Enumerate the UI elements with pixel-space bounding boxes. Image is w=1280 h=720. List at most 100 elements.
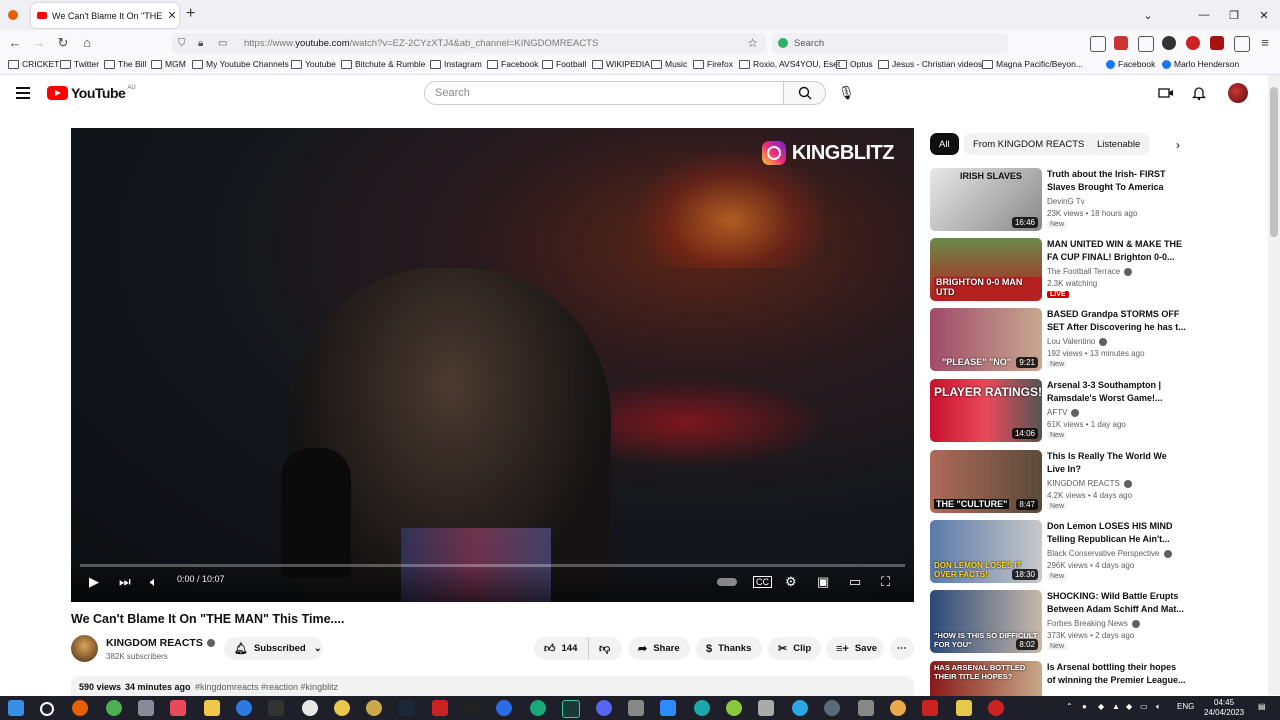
app-icon[interactable] bbox=[334, 700, 350, 716]
bookmark-item[interactable]: Jesus - Christian videos bbox=[878, 59, 982, 69]
related-video[interactable]: PLAYER RATINGS! 14:06 Arsenal 3-3 Southam… bbox=[930, 379, 1250, 443]
app-icon[interactable] bbox=[366, 700, 382, 716]
discord-icon[interactable] bbox=[596, 700, 612, 716]
steam-icon[interactable] bbox=[398, 700, 414, 716]
menu-icon[interactable] bbox=[16, 87, 30, 102]
related-title[interactable]: This Is Really The World We Live In? bbox=[1047, 450, 1187, 476]
video-thumbnail[interactable]: PLAYER RATINGS! 14:06 bbox=[930, 379, 1042, 442]
chip-listenable[interactable]: Listenable bbox=[1088, 133, 1150, 155]
related-video[interactable]: BRIGHTON 0-0 MAN UTD MAN UNITED WIN & MA… bbox=[930, 238, 1250, 302]
forward-icon[interactable]: → bbox=[30, 34, 48, 52]
system-clock[interactable]: 04:45 24/04/2023 bbox=[1204, 698, 1244, 718]
bookmark-item[interactable]: WIKIPEDIA bbox=[592, 59, 650, 69]
video-thumbnail[interactable]: "PLEASE" "NO" 9:21 bbox=[930, 308, 1042, 371]
permissions-icon[interactable]: ▭ bbox=[218, 38, 232, 49]
scrollbar-thumb[interactable] bbox=[1270, 87, 1278, 237]
bookmark-item[interactable]: Facebook bbox=[487, 59, 538, 69]
bookmark-item[interactable]: My Youtube Channels bbox=[192, 59, 289, 69]
bookmark-star-icon[interactable]: ☆ bbox=[747, 36, 758, 50]
chrome-icon[interactable] bbox=[106, 700, 122, 716]
related-video[interactable]: "HOW IS THIS SO DIFFICULT FOR YOU" 8:02 S… bbox=[930, 590, 1250, 654]
tab-close-icon[interactable]: ✕ bbox=[165, 9, 179, 22]
chip-all[interactable]: All bbox=[930, 133, 959, 155]
bookmark-item[interactable]: MGM bbox=[151, 59, 186, 69]
dislike-button[interactable]: 👎︎ bbox=[588, 637, 622, 660]
bookmark-item[interactable]: Bitchute & Rumble bbox=[341, 59, 425, 69]
app-icon[interactable] bbox=[726, 700, 742, 716]
theater-mode-icon[interactable]: ▭ bbox=[849, 574, 861, 590]
chevron-right-icon[interactable]: › bbox=[1176, 138, 1180, 152]
related-title[interactable]: Is Arsenal bottling their hopes of winni… bbox=[1047, 661, 1187, 687]
app-icon[interactable] bbox=[432, 700, 448, 716]
related-channel[interactable]: Black Conservative Perspective bbox=[1047, 549, 1172, 558]
related-video[interactable]: IRISH SLAVES 16:46 Truth about the Irish-… bbox=[930, 168, 1250, 232]
fullscreen-icon[interactable]: ⛶ bbox=[881, 574, 890, 590]
sidebar-icon[interactable] bbox=[1138, 36, 1154, 52]
video-player[interactable]: KINGBLITZ ▶ ⏭ 🔈︎ 0:00 / 10:07 CC ⚙ ▣ ▭ ⛶ bbox=[71, 128, 914, 602]
progress-bar[interactable] bbox=[80, 564, 905, 567]
zoom-icon[interactable] bbox=[660, 700, 676, 716]
save-button[interactable]: ≡+ Save bbox=[826, 637, 884, 660]
app-icon[interactable] bbox=[496, 700, 512, 716]
tray-chevron-icon[interactable]: ⌃ bbox=[1066, 702, 1073, 711]
bookmark-item[interactable]: The Bill bbox=[104, 59, 146, 69]
app-icon[interactable] bbox=[890, 700, 906, 716]
channel-name[interactable]: KINGDOM REACTS bbox=[106, 637, 215, 649]
new-tab-icon[interactable]: + bbox=[186, 5, 195, 23]
tray-app-icon[interactable]: ◆ bbox=[1126, 702, 1132, 711]
bookmark-item[interactable]: Youtube bbox=[291, 59, 336, 69]
home-icon[interactable]: ⌂ bbox=[78, 34, 96, 52]
related-video[interactable]: HAS ARSENAL BOTTLED THEIR TITLE HOPES? I… bbox=[930, 661, 1250, 696]
app-icon[interactable] bbox=[956, 700, 972, 716]
start-icon[interactable] bbox=[8, 700, 24, 716]
subscribed-button[interactable]: 🔔︎ Subscribed ⌄ bbox=[224, 637, 323, 660]
app-icon[interactable] bbox=[824, 700, 840, 716]
app-icon[interactable] bbox=[922, 700, 938, 716]
reload-icon[interactable]: ↻ bbox=[54, 34, 72, 52]
file-explorer-icon[interactable] bbox=[204, 700, 220, 716]
bookmark-item[interactable]: Twitter bbox=[60, 59, 99, 69]
extensions-icon[interactable] bbox=[1234, 36, 1250, 52]
clip-button[interactable]: ✂ Clip bbox=[768, 637, 821, 660]
search-button[interactable] bbox=[784, 81, 826, 105]
browser-tab[interactable]: We Can't Blame It On "THE MAN" ✕ bbox=[31, 3, 179, 28]
description-box[interactable]: 590 views 34 minutes ago #kingdomreacts … bbox=[71, 676, 914, 696]
related-channel[interactable]: AFTV bbox=[1047, 408, 1080, 417]
app-icon[interactable] bbox=[268, 700, 284, 716]
tab-list-icon[interactable]: ⌄ bbox=[1132, 0, 1164, 30]
bookmark-item[interactable]: Facebook bbox=[1106, 59, 1155, 69]
app-icon[interactable] bbox=[628, 700, 644, 716]
volume-icon[interactable]: 🔈︎ bbox=[150, 574, 158, 590]
extension-icon[interactable] bbox=[1114, 36, 1128, 50]
bookmark-item[interactable]: Optus bbox=[836, 59, 873, 69]
related-title[interactable]: MAN UNITED WIN & MAKE THE FA CUP FINAL! … bbox=[1047, 238, 1187, 264]
related-video[interactable]: DON LEMON LOSES IT OVER FACTS! 18:30 Don … bbox=[930, 520, 1250, 584]
video-thumbnail[interactable]: "HOW IS THIS SO DIFFICULT FOR YOU" 8:02 bbox=[930, 590, 1042, 653]
chip-from-channel[interactable]: From KINGDOM REACTS bbox=[964, 133, 1094, 155]
firefox-menu-icon[interactable] bbox=[0, 0, 26, 30]
tray-app-icon[interactable]: ◆ bbox=[1098, 702, 1104, 711]
url-text[interactable]: https://www.youtube.com/watch?v=EZ-2CYzX… bbox=[244, 38, 598, 49]
related-video[interactable]: "PLEASE" "NO" 9:21 BASED Grandpa STORMS O… bbox=[930, 308, 1250, 372]
app-icon[interactable] bbox=[138, 700, 154, 716]
app-icon[interactable] bbox=[302, 700, 318, 716]
pocket-icon[interactable] bbox=[1090, 36, 1106, 52]
related-title[interactable]: SHOCKING: Wild Battle Erupts Between Ada… bbox=[1047, 590, 1187, 616]
bookmark-item[interactable]: Football bbox=[542, 59, 586, 69]
back-icon[interactable]: ← bbox=[6, 34, 24, 52]
close-window-icon[interactable]: ✕ bbox=[1248, 0, 1280, 30]
page-scrollbar[interactable] bbox=[1268, 75, 1280, 695]
bookmark-item[interactable]: Magna Pacific/Beyon... bbox=[982, 59, 1083, 69]
bookmark-item[interactable]: CRICKET bbox=[8, 59, 59, 69]
search-taskbar-icon[interactable] bbox=[40, 702, 54, 716]
bookmark-item[interactable]: Marlo Henderson bbox=[1162, 59, 1239, 69]
microphone-icon[interactable]: 🎙︎ bbox=[838, 85, 855, 101]
notifications-bell-icon[interactable] bbox=[1191, 85, 1207, 101]
share-button[interactable]: ➦ Share bbox=[628, 637, 690, 660]
settings-gear-icon[interactable]: ⚙ bbox=[785, 574, 797, 590]
hashtags[interactable]: #kingdomreacts #reaction #kingblitz bbox=[195, 682, 338, 692]
app-menu-icon[interactable]: ≡ bbox=[1256, 34, 1274, 52]
related-channel[interactable]: The Football Terrace bbox=[1047, 267, 1133, 276]
video-thumbnail[interactable]: BRIGHTON 0-0 MAN UTD bbox=[930, 238, 1042, 301]
telegram-icon[interactable] bbox=[792, 700, 808, 716]
